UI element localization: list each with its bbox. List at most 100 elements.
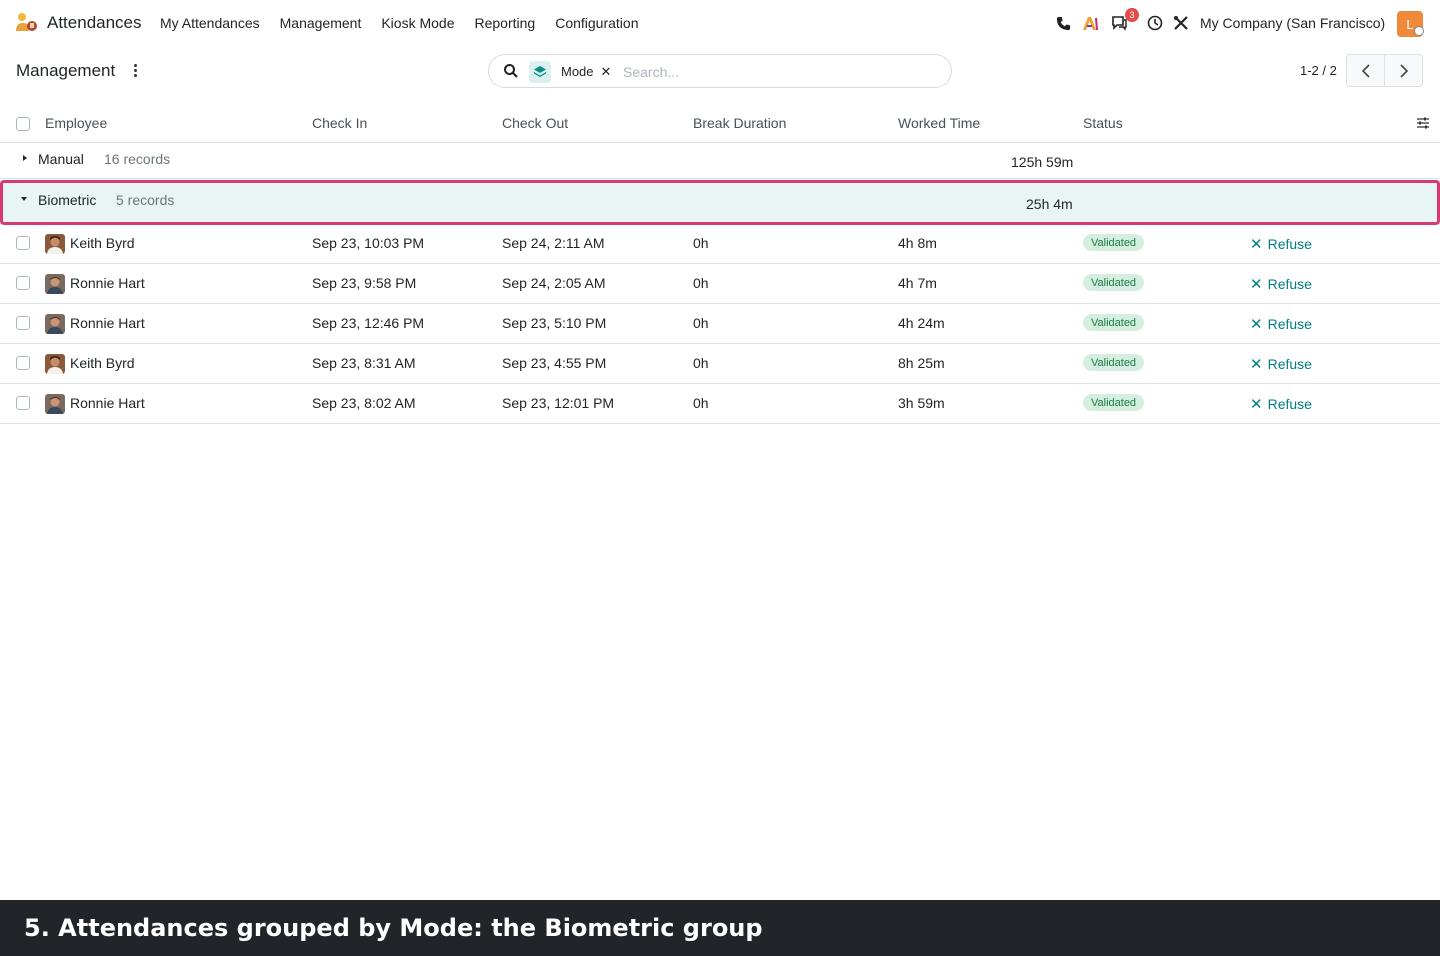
row-checkbox[interactable] <box>16 276 30 290</box>
table-header: Employee Check In Check Out Break Durati… <box>0 104 1440 143</box>
group-row-manual[interactable]: Manual 16 records 125h 59m <box>0 143 1440 179</box>
break-duration: 0h <box>693 235 709 251</box>
menu-my-attendances[interactable]: My Attendances <box>160 15 260 31</box>
row-checkbox[interactable] <box>16 356 30 370</box>
column-break-duration[interactable]: Break Duration <box>693 115 786 131</box>
top-navbar: Attendances My Attendances Management Ki… <box>0 0 1440 46</box>
clock-icon[interactable] <box>1146 14 1164 32</box>
refuse-label: Refuse <box>1267 236 1312 252</box>
group-by-layers-icon <box>529 60 551 83</box>
app-name[interactable]: Attendances <box>47 13 142 33</box>
group-record-count: 5 records <box>116 192 175 208</box>
menu-kiosk-mode[interactable]: Kiosk Mode <box>381 15 454 31</box>
user-status-indicator <box>1414 26 1424 36</box>
break-duration: 0h <box>693 315 709 331</box>
column-worked-time[interactable]: Worked Time <box>898 115 980 131</box>
debug-tools-icon[interactable] <box>1172 14 1190 32</box>
check-in: Sep 23, 10:03 PM <box>312 235 425 251</box>
refuse-button[interactable]: ✕ Refuse <box>1250 235 1312 253</box>
refuse-button[interactable]: ✕ Refuse <box>1250 395 1312 413</box>
menu-configuration[interactable]: Configuration <box>555 15 638 31</box>
row-checkbox[interactable] <box>16 396 30 410</box>
facet-remove-icon[interactable]: ✕ <box>601 64 612 80</box>
ai-assistant-icon[interactable] <box>1082 14 1100 32</box>
table-row[interactable]: Ronnie Hart Sep 23, 9:58 PM Sep 24, 2:05… <box>0 264 1440 304</box>
table-row[interactable]: Keith Byrd Sep 23, 8:31 AM Sep 23, 4:55 … <box>0 344 1440 384</box>
refuse-label: Refuse <box>1267 316 1312 332</box>
check-out: Sep 24, 2:05 AM <box>502 275 606 291</box>
status-badge: Validated <box>1083 354 1145 371</box>
refuse-button[interactable]: ✕ Refuse <box>1250 355 1312 373</box>
check-in: Sep 23, 8:31 AM <box>312 355 416 371</box>
company-switcher[interactable]: My Company (San Francisco) <box>1200 15 1385 31</box>
menu-management[interactable]: Management <box>280 15 362 31</box>
status-badge: Validated <box>1083 314 1145 331</box>
worked-time: 4h 7m <box>898 275 937 291</box>
check-in: Sep 23, 12:46 PM <box>312 315 425 331</box>
worked-time: 4h 24m <box>898 315 945 331</box>
tutorial-caption: 5. Attendances grouped by Mode: the Biom… <box>0 900 1440 956</box>
employee-name[interactable]: Ronnie Hart <box>70 275 145 291</box>
column-check-out[interactable]: Check Out <box>502 115 568 131</box>
search-bar[interactable]: Mode ✕ <box>488 54 952 88</box>
page-title: Management <box>16 61 116 80</box>
employee-avatar <box>45 314 65 334</box>
refuse-label: Refuse <box>1267 356 1312 372</box>
messages-count-badge: 3 <box>1125 8 1139 22</box>
pager-next-button[interactable] <box>1384 54 1423 87</box>
worked-time: 4h 8m <box>898 235 937 251</box>
employee-avatar <box>45 274 65 294</box>
employee-name[interactable]: Keith Byrd <box>70 355 135 371</box>
close-icon: ✕ <box>1250 316 1263 333</box>
employee-name[interactable]: Ronnie Hart <box>70 395 145 411</box>
refuse-button[interactable]: ✕ Refuse <box>1250 315 1312 333</box>
menu-reporting[interactable]: Reporting <box>475 15 536 31</box>
employee-avatar <box>45 234 65 254</box>
group-name: Manual <box>38 151 84 167</box>
row-checkbox[interactable] <box>16 316 30 330</box>
column-employee[interactable]: Employee <box>45 115 107 131</box>
chevron-right-icon <box>1399 63 1408 78</box>
check-in: Sep 23, 9:58 PM <box>312 275 417 291</box>
status-badge: Validated <box>1083 394 1145 411</box>
worked-time: 8h 25m <box>898 355 945 371</box>
employee-avatar <box>45 394 65 414</box>
table-row[interactable]: Keith Byrd Sep 23, 10:03 PM Sep 24, 2:11… <box>0 224 1440 264</box>
search-icon[interactable] <box>503 63 519 79</box>
group-worked-total: 125h 59m <box>1011 154 1074 170</box>
optional-columns-icon[interactable] <box>1416 116 1430 130</box>
chevron-left-icon <box>1361 63 1370 78</box>
employee-name[interactable]: Ronnie Hart <box>70 315 145 331</box>
break-duration: 0h <box>693 355 709 371</box>
actions-menu-icon[interactable] <box>128 61 142 79</box>
refuse-button[interactable]: ✕ Refuse <box>1250 275 1312 293</box>
check-out: Sep 23, 5:10 PM <box>502 315 607 331</box>
check-out: Sep 24, 2:11 AM <box>502 235 605 251</box>
column-status[interactable]: Status <box>1083 115 1123 131</box>
caret-right-icon <box>23 155 27 161</box>
pager-value[interactable]: 1-2 / 2 <box>1300 63 1337 78</box>
employee-name[interactable]: Keith Byrd <box>70 235 135 251</box>
check-out: Sep 23, 12:01 PM <box>502 395 615 411</box>
status-badge: Validated <box>1083 274 1145 291</box>
row-checkbox[interactable] <box>16 236 30 250</box>
break-duration: 0h <box>693 395 709 411</box>
status-badge: Validated <box>1083 234 1145 251</box>
attendances-app-icon[interactable] <box>14 11 38 35</box>
table-row[interactable]: Ronnie Hart Sep 23, 8:02 AM Sep 23, 12:0… <box>0 384 1440 424</box>
table-row[interactable]: Ronnie Hart Sep 23, 12:46 PM Sep 23, 5:1… <box>0 304 1440 344</box>
close-icon: ✕ <box>1250 236 1263 253</box>
close-icon: ✕ <box>1250 396 1263 413</box>
search-input[interactable] <box>623 62 923 82</box>
phone-icon[interactable] <box>1054 14 1072 32</box>
group-name: Biometric <box>38 192 97 208</box>
break-duration: 0h <box>693 275 709 291</box>
column-check-in[interactable]: Check In <box>312 115 367 131</box>
close-icon: ✕ <box>1250 356 1263 373</box>
pager-previous-button[interactable] <box>1346 54 1385 87</box>
select-all-checkbox[interactable] <box>16 117 30 131</box>
check-in: Sep 23, 8:02 AM <box>312 395 416 411</box>
caret-down-icon <box>21 197 27 201</box>
close-icon: ✕ <box>1250 276 1263 293</box>
group-row-biometric[interactable]: Biometric 5 records 25h 4m <box>0 180 1440 225</box>
